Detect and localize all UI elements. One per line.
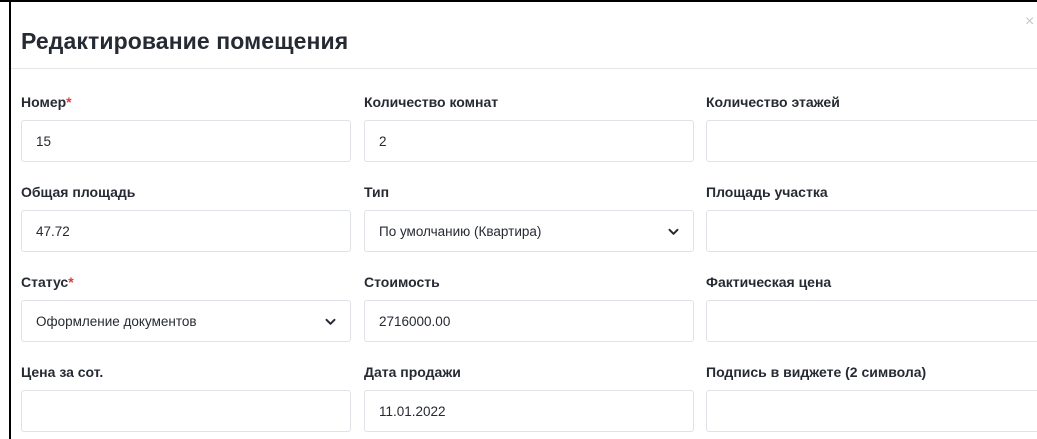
cost-input[interactable]: 2716000.00	[364, 300, 694, 342]
number-label: Номер*	[21, 94, 72, 110]
cost-field: Стоимость 2716000.00	[364, 273, 696, 342]
floors-count-input[interactable]	[706, 120, 1037, 162]
type-field: Тип По умолчанию (Квартира)	[364, 183, 696, 252]
total-area-field: Общая площадь 47.72	[21, 183, 353, 252]
close-icon[interactable]: ×	[1025, 14, 1034, 30]
actual-price-field: Фактическая цена	[706, 273, 1037, 342]
total-area-input[interactable]: 47.72	[21, 210, 351, 252]
plot-area-field: Площадь участка	[706, 183, 1037, 252]
type-select[interactable]: По умолчанию (Квартира)	[364, 210, 694, 252]
rooms-count-input[interactable]: 2	[364, 120, 694, 162]
widget-caption-label: Подпись в виджете (2 символа)	[706, 364, 927, 380]
frame-border-left	[9, 0, 11, 439]
frame-border-top	[0, 0, 1037, 2]
sale-date-input[interactable]: 11.01.2022	[364, 390, 694, 432]
required-mark: *	[68, 274, 74, 290]
floors-count-label: Количество этажей	[706, 94, 840, 110]
actual-price-input[interactable]	[706, 300, 1037, 342]
status-select-value: Оформление документов	[36, 314, 197, 329]
chevron-down-icon	[325, 301, 336, 343]
price-per-sotka-input[interactable]	[21, 390, 351, 432]
widget-caption-field: Подпись в виджете (2 символа)	[706, 363, 1037, 432]
number-field: Номер* 15	[21, 93, 353, 162]
rooms-count-label: Количество комнат	[364, 94, 499, 110]
chevron-down-icon	[668, 211, 679, 253]
total-area-label: Общая площадь	[21, 184, 136, 200]
plot-area-input[interactable]	[706, 210, 1037, 252]
title-divider	[11, 68, 1037, 69]
required-mark: *	[66, 94, 72, 110]
dialog-title: Редактирование помещения	[21, 28, 349, 54]
rooms-count-field: Количество комнат 2	[364, 93, 696, 162]
type-label: Тип	[364, 184, 390, 200]
status-select[interactable]: Оформление документов	[21, 300, 351, 342]
price-per-sotka-label: Цена за сот.	[21, 364, 104, 380]
floors-count-field: Количество этажей	[706, 93, 1037, 162]
actual-price-label: Фактическая цена	[706, 274, 832, 290]
widget-caption-input[interactable]	[706, 390, 1037, 432]
price-per-sotka-field: Цена за сот.	[21, 363, 353, 432]
number-input[interactable]: 15	[21, 120, 351, 162]
plot-area-label: Площадь участка	[706, 184, 828, 200]
status-field: Статус* Оформление документов	[21, 273, 353, 342]
status-label: Статус*	[21, 274, 74, 290]
cost-label: Стоимость	[364, 274, 440, 290]
sale-date-field: Дата продажи 11.01.2022	[364, 363, 696, 432]
type-select-value: По умолчанию (Квартира)	[379, 224, 542, 239]
sale-date-label: Дата продажи	[364, 364, 461, 380]
